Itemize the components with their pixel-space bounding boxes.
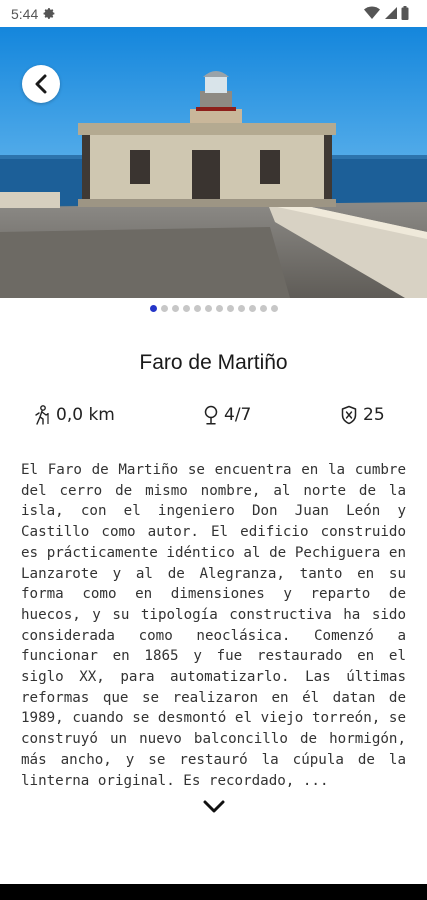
stops-stat: 4/7 — [203, 405, 251, 425]
carousel-dot[interactable] — [160, 304, 168, 312]
stats-row: 0,0 km 4/7 25 — [0, 402, 427, 430]
carousel-dot[interactable] — [204, 304, 212, 312]
navigation-bar — [0, 884, 427, 900]
carousel-dot[interactable] — [215, 304, 223, 312]
signal-icon — [385, 7, 397, 19]
wifi-icon — [364, 6, 380, 19]
stops-value: 4/7 — [224, 405, 252, 425]
carousel-dot[interactable] — [182, 304, 190, 312]
carousel-dot[interactable] — [270, 304, 278, 312]
place-description: El Faro de Martiño se encuentra en la cu… — [21, 462, 406, 789]
location-pin-icon — [204, 405, 218, 425]
carousel-dot[interactable] — [171, 304, 179, 312]
points-value: 25 — [363, 405, 385, 425]
carousel-pager[interactable] — [0, 302, 427, 314]
page-title: Faro de Martiño — [139, 351, 288, 374]
hero-image — [0, 27, 427, 298]
carousel-dot[interactable] — [259, 304, 267, 312]
status-bar: 5:44 — [0, 0, 427, 27]
distance-value: 0,0 km — [56, 405, 115, 425]
gear-icon — [43, 8, 55, 19]
points-stat: 25 — [340, 405, 385, 425]
carousel-dot[interactable] — [248, 304, 256, 312]
chevron-down-icon — [203, 800, 225, 813]
carousel-dot[interactable] — [237, 304, 245, 312]
status-time: 5:44 — [11, 5, 39, 22]
badge-icon — [341, 405, 357, 425]
lighthouse-photo — [0, 27, 427, 298]
carousel-dot[interactable] — [193, 304, 201, 312]
distance-stat: 0,0 km — [34, 405, 115, 425]
back-button[interactable] — [22, 65, 60, 103]
chevron-left-icon — [35, 74, 47, 94]
expand-description-button[interactable] — [200, 795, 228, 819]
carousel-dot[interactable] — [149, 304, 157, 312]
carousel-dot[interactable] — [226, 304, 234, 312]
battery-icon — [401, 6, 409, 20]
hiker-icon — [35, 405, 49, 425]
